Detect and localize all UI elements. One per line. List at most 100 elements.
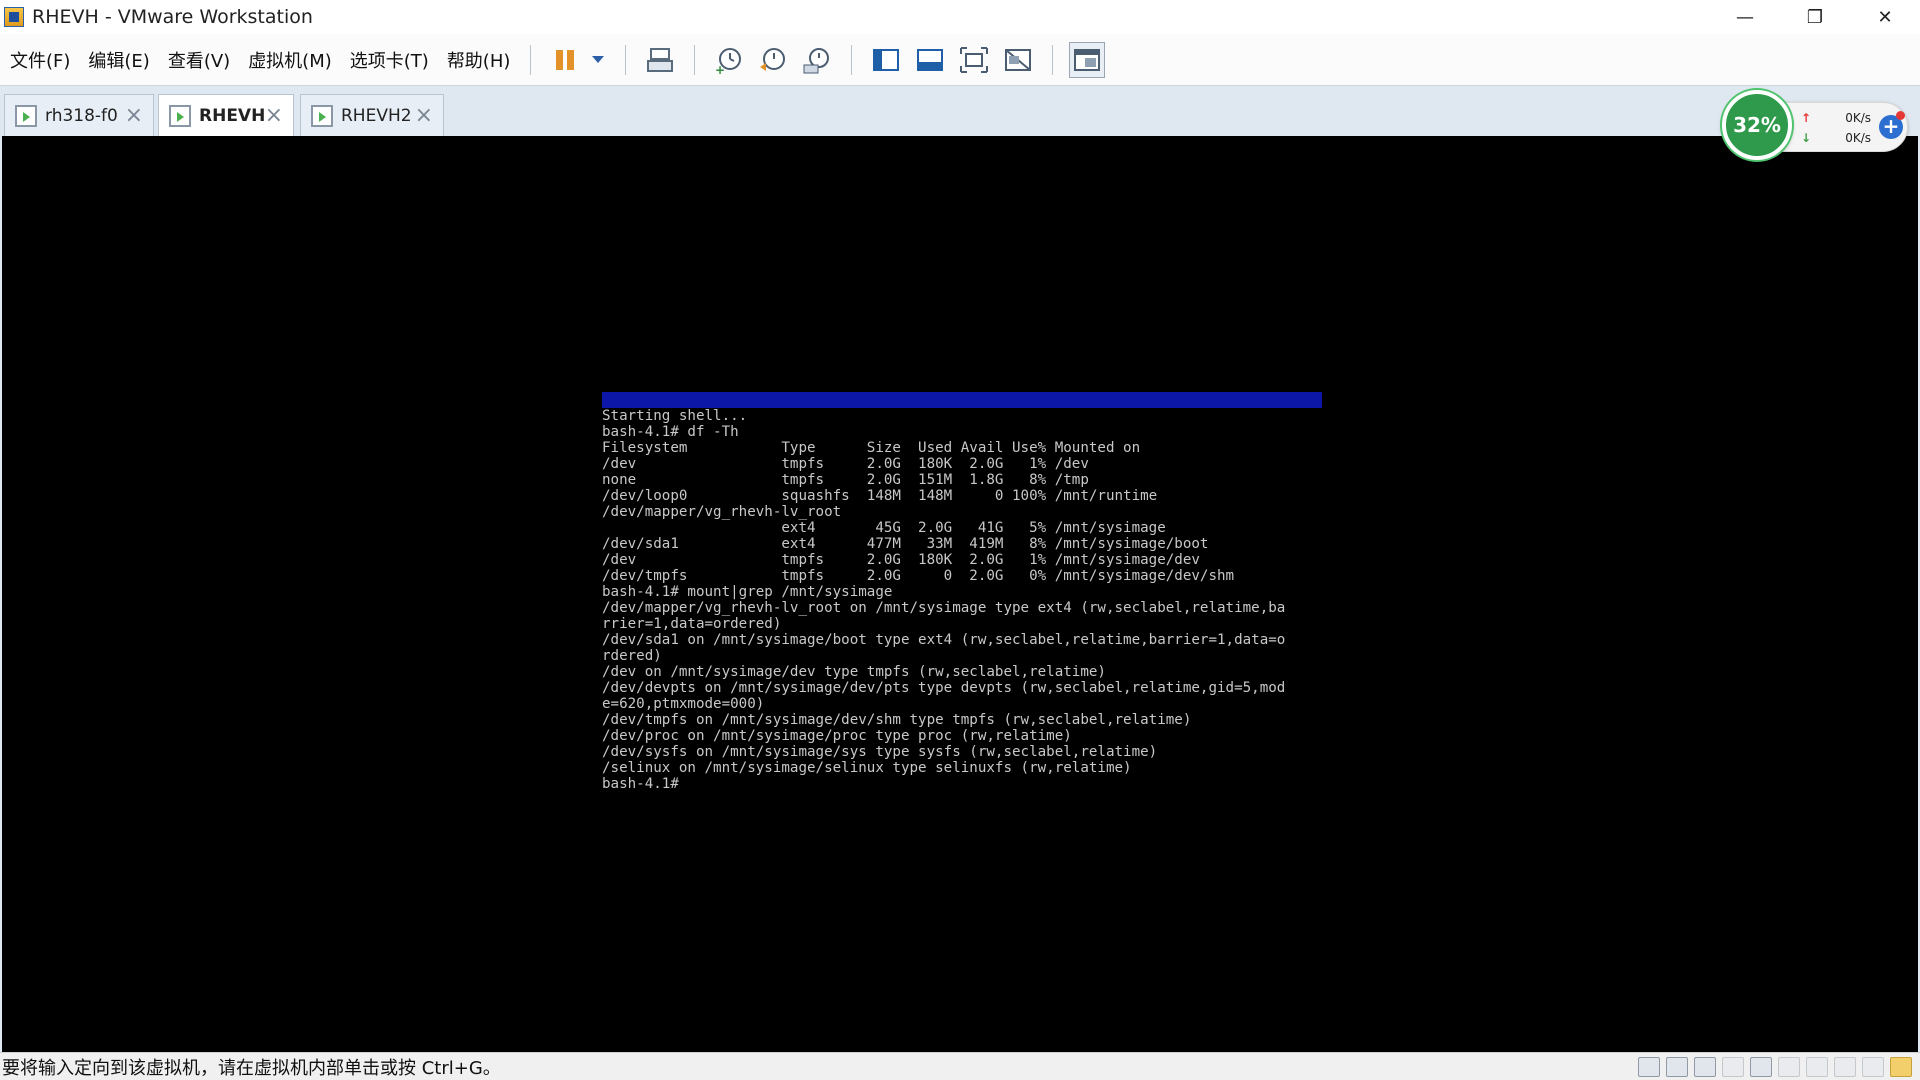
camera-icon[interactable] (1778, 1057, 1800, 1077)
terminal-line: /selinux on /mnt/sysimage/selinux type s… (602, 760, 1132, 776)
terminal-line: /dev/tmpfs tmpfs 2.0G 0 2.0G 0% /mnt/sys… (602, 568, 1235, 584)
terminal-output: Starting shell... bash-4.1# df -Th Filesys… (602, 408, 1332, 792)
terminal-line: rrier=1,data=ordered) (602, 616, 782, 632)
menu-view[interactable]: 查看(V) (158, 47, 238, 73)
console-banner (602, 392, 1322, 408)
shared-folder-icon[interactable] (1890, 1057, 1912, 1077)
tab-rh318-f0[interactable]: rh318-f0 × (4, 94, 154, 136)
terminal-line: /dev/tmpfs on /mnt/sysimage/dev/shm type… (602, 712, 1192, 728)
vm-icon (15, 104, 37, 127)
upload-arrow-icon: ↑ (1801, 111, 1812, 125)
display-2-icon[interactable] (1862, 1057, 1884, 1077)
keyboard-send-icon (647, 47, 674, 72)
full-screen-button[interactable] (956, 42, 992, 78)
terminal-line: bash-4.1# mount|grep /mnt/sysimage (602, 584, 893, 600)
vm-console[interactable]: Starting shell... bash-4.1# df -Th Filesys… (0, 136, 1920, 1052)
terminal-line: /dev tmpfs 2.0G 180K 2.0G 1% /dev (602, 456, 1089, 472)
close-button[interactable]: ✕ (1850, 0, 1920, 34)
cd-dvd-icon[interactable] (1666, 1057, 1688, 1077)
toolbar-separator (530, 44, 532, 75)
menu-toolbar: 文件(F) 编辑(E) 查看(V) 虚拟机(M) 选项卡(T) 帮助(H) + (0, 34, 1920, 86)
console-view-button[interactable] (1069, 41, 1106, 78)
send-ctrl-alt-del-button[interactable] (642, 42, 678, 78)
close-tab-icon[interactable]: × (265, 103, 283, 128)
terminal-line: /dev/loop0 squashfs 148M 148M 0 100% /mn… (602, 488, 1158, 504)
snapshot-manager-button[interactable] (799, 42, 835, 78)
title-bar: RHEVH - VMware Workstation — ❐ ✕ (0, 0, 1920, 34)
svg-text:+: + (715, 63, 725, 75)
terminal-line: /dev/mapper/vg_rhevh-lv_root (602, 504, 842, 520)
terminal-line: Starting shell... (602, 408, 748, 424)
download-arrow-icon: ↓ (1801, 131, 1812, 145)
menu-tabs[interactable]: 选项卡(T) (340, 47, 437, 73)
menu-vm[interactable]: 虚拟机(M) (238, 47, 340, 73)
window-title: RHEVH - VMware Workstation (32, 6, 313, 28)
library-view-icon (873, 48, 900, 71)
toolbar-separator (851, 44, 853, 75)
network-speed-widget[interactable]: ↑ 0K/s ↓ 0K/s + 32% (1722, 90, 1908, 162)
device-status-icons (1638, 1057, 1912, 1077)
thumbnail-bar-icon (917, 48, 944, 71)
usb-icon[interactable] (1806, 1057, 1828, 1077)
download-speed: 0K/s (1845, 131, 1871, 145)
revert-snapshot-button[interactable] (755, 42, 791, 78)
terminal-line: /dev/proc on /mnt/sysimage/proc type pro… (602, 728, 1072, 744)
toolbar-separator (694, 44, 696, 75)
terminal-line: Filesystem Type Size Used Avail Use% Mou… (602, 440, 1141, 456)
printer-icon[interactable] (1722, 1057, 1744, 1077)
full-screen-icon (960, 46, 989, 73)
tab-rhevh[interactable]: RHEVH × (158, 94, 294, 136)
terminal-line: none tmpfs 2.0G 151M 1.8G 8% /tmp (602, 472, 1089, 488)
cpu-usage-gauge[interactable]: 32% (1722, 90, 1792, 160)
menu-help[interactable]: 帮助(H) (437, 47, 519, 73)
snapshot-take-icon: + (715, 47, 742, 75)
terminal-line: ext4 45G 2.0G 41G 5% /mnt/sysimage (602, 520, 1166, 536)
vm-icon (311, 104, 333, 127)
sound-card-icon[interactable] (1750, 1057, 1772, 1077)
terminal-line: /dev/sysfs on /mnt/sysimage/sys type sys… (602, 744, 1158, 760)
close-tab-icon[interactable]: × (415, 103, 433, 128)
upload-row: ↑ 0K/s (1801, 111, 1871, 125)
menu-file[interactable]: 文件(F) (0, 47, 78, 73)
pause-icon (556, 49, 575, 70)
upload-speed: 0K/s (1845, 111, 1871, 125)
display-icon[interactable] (1834, 1057, 1856, 1077)
snapshot-revert-icon (760, 47, 786, 71)
tab-label: RHEVH (199, 105, 266, 126)
close-tab-icon[interactable]: × (125, 103, 143, 128)
network-adapter-icon[interactable] (1694, 1057, 1716, 1077)
vm-tab-strip: rh318-f0 × RHEVH × RHEVH2 × (0, 86, 1920, 136)
hard-disk-icon[interactable] (1638, 1057, 1660, 1077)
notification-dot (1896, 111, 1905, 120)
download-row: ↓ 0K/s (1801, 131, 1871, 145)
status-bar: 要将输入定向到该虚拟机，请在虚拟机内部单击或按 Ctrl+G。 (0, 1052, 1920, 1080)
terminal-line: /dev/sda1 ext4 477M 33M 419M 8% /mnt/sys… (602, 536, 1209, 552)
vm-icon (169, 104, 191, 127)
restore-button[interactable]: ❐ (1780, 0, 1850, 34)
terminal-line: /dev tmpfs 2.0G 180K 2.0G 1% /mnt/sysima… (602, 552, 1200, 568)
snapshot-manager-icon (803, 47, 830, 73)
terminal-line: /dev on /mnt/sysimage/dev type tmpfs (rw… (602, 664, 1106, 680)
terminal-line: bash-4.1# (602, 776, 679, 792)
minimize-button[interactable]: — (1710, 0, 1780, 34)
console-view-icon (1074, 48, 1101, 71)
vmware-logo-icon (4, 7, 24, 27)
tab-label: RHEVH2 (341, 105, 412, 126)
status-message: 要将输入定向到该虚拟机，请在虚拟机内部单击或按 Ctrl+G。 (2, 1057, 501, 1079)
thumbnail-bar-button[interactable] (912, 42, 948, 78)
pause-button[interactable] (547, 42, 583, 78)
terminal-line: /dev/mapper/vg_rhevh-lv_root on /mnt/sys… (602, 600, 1286, 616)
tab-rhevh2[interactable]: RHEVH2 × (300, 94, 444, 136)
unity-icon (1005, 48, 1032, 71)
unity-button[interactable] (1000, 42, 1036, 78)
chevron-down-icon (592, 56, 605, 63)
tab-label: rh318-f0 (45, 105, 118, 126)
take-snapshot-button[interactable]: + (711, 42, 747, 78)
power-dropdown-button[interactable] (587, 42, 609, 78)
library-view-button[interactable] (868, 42, 904, 78)
terminal-line: e=620,ptmxmode=000) (602, 696, 765, 712)
window-controls: — ❐ ✕ (1710, 0, 1920, 34)
terminal-line: /dev/sda1 on /mnt/sysimage/boot type ext… (602, 632, 1286, 648)
menu-edit[interactable]: 编辑(E) (78, 47, 157, 73)
terminal-line: rdered) (602, 648, 662, 664)
